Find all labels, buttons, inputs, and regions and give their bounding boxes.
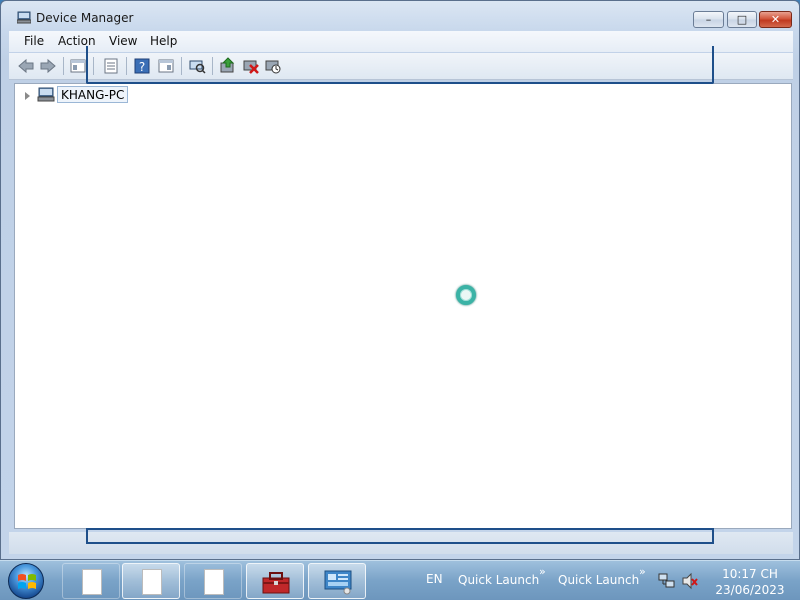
control-panel-icon — [324, 570, 352, 595]
windows-logo-icon — [18, 574, 36, 589]
network-icon[interactable] — [658, 572, 676, 590]
title-bar[interactable]: Device Manager – □ ✕ — [1, 1, 799, 31]
close-button[interactable]: ✕ — [759, 11, 792, 28]
clock-date: 23/06/2023 — [715, 583, 785, 597]
minimize-button[interactable]: – — [693, 11, 724, 28]
minimize-icon: – — [705, 13, 712, 26]
taskbar-item-toolbox[interactable] — [246, 563, 304, 599]
chevron-icon[interactable]: » — [639, 565, 646, 578]
maximize-button[interactable]: □ — [727, 11, 757, 28]
quick-launch-toolbar[interactable]: Quick Launch — [458, 573, 539, 587]
taskbar-item-document[interactable] — [122, 563, 180, 599]
document-icon — [82, 569, 102, 595]
system-clock[interactable]: 10:17 CH 23/06/2023 — [708, 566, 792, 598]
device-manager-icon — [17, 11, 31, 24]
computer-icon — [37, 87, 55, 102]
toolbar-separator — [63, 57, 64, 75]
volume-muted-icon[interactable] — [681, 572, 699, 590]
taskbar-item-document[interactable] — [62, 563, 120, 599]
show-hide-console-tree-icon[interactable] — [69, 57, 87, 75]
maximize-icon: □ — [736, 13, 748, 26]
forward-icon[interactable] — [39, 57, 57, 75]
quick-launch-toolbar[interactable]: Quick Launch — [558, 573, 639, 587]
taskbar-item-control-panel[interactable] — [308, 563, 366, 599]
device-manager-window: Device Manager – □ ✕ File Action View He… — [0, 0, 800, 560]
busy-spinner-icon — [456, 285, 476, 305]
render-artifact-frame — [86, 528, 714, 544]
expand-arrow-icon[interactable] — [25, 92, 30, 100]
render-artifact-frame — [86, 46, 714, 84]
toolbox-icon — [262, 572, 290, 594]
chevron-icon[interactable]: » — [539, 565, 546, 578]
tree-root-label[interactable]: KHANG-PC — [57, 86, 129, 103]
device-tree-pane[interactable]: KHANG-PC — [14, 83, 792, 529]
taskbar: EN Quick Launch » Quick Launch » 10:17 C… — [0, 560, 800, 600]
start-button[interactable] — [8, 563, 44, 599]
language-indicator[interactable]: EN — [426, 572, 443, 586]
window-title: Device Manager — [36, 11, 134, 25]
close-icon: ✕ — [770, 13, 781, 26]
clock-time: 10:17 CH — [722, 567, 778, 581]
document-icon — [204, 569, 224, 595]
menu-file[interactable]: File — [24, 34, 44, 48]
taskbar-item-document[interactable] — [184, 563, 242, 599]
back-icon[interactable] — [17, 57, 35, 75]
document-icon — [142, 569, 162, 595]
